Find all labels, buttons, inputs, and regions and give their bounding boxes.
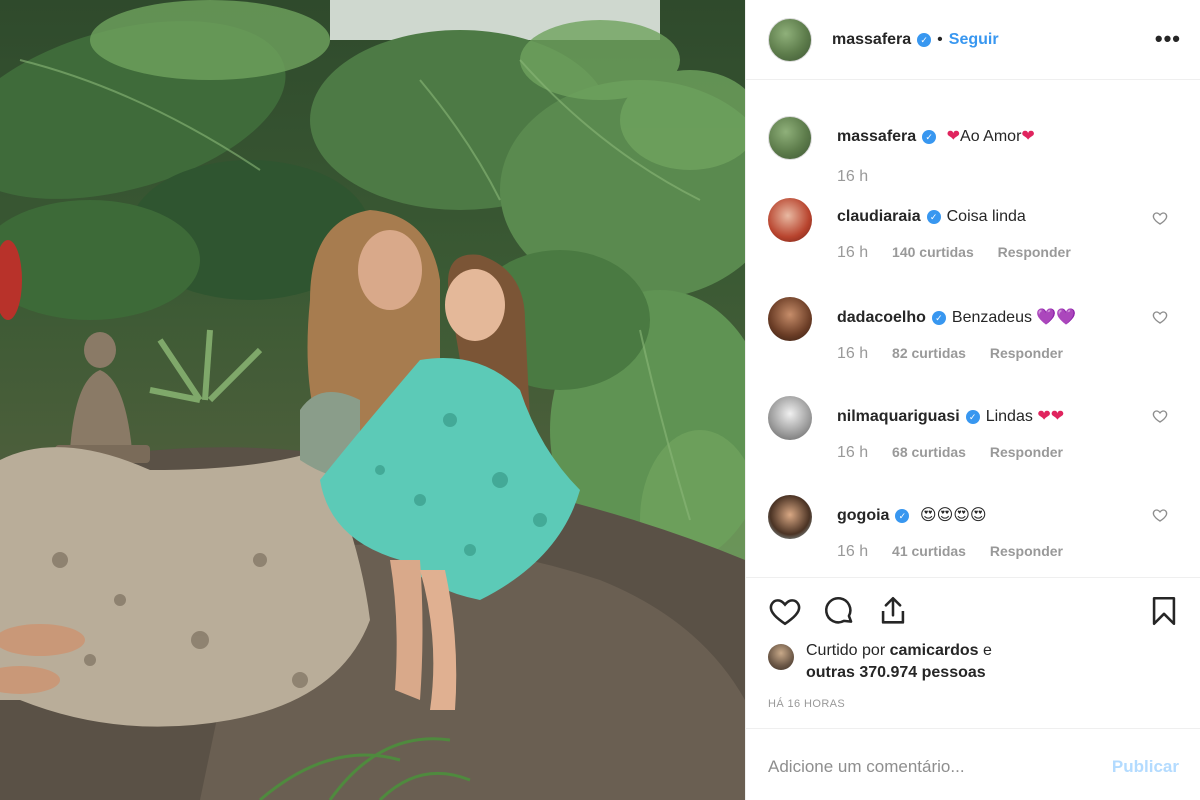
reply-button[interactable]: Responder xyxy=(990,543,1063,559)
comment-likes[interactable]: 82 curtidas xyxy=(892,345,966,361)
red-heart-emoji: ❤ xyxy=(1021,128,1035,145)
caption-username[interactable]: massafera xyxy=(837,128,916,145)
verified-badge-icon: ✓ xyxy=(926,210,941,224)
caption-avatar[interactable] xyxy=(768,116,812,160)
comments-list[interactable]: massafera ✓ ❤Ao Amor❤ 16 h claudiaraia ✓ Co… xyxy=(746,80,1200,577)
comment-icon[interactable] xyxy=(822,594,856,628)
commenter-avatar[interactable] xyxy=(768,297,812,341)
caption: massafera ✓ ❤Ao Amor❤ 16 h xyxy=(768,116,1188,206)
red-heart-emoji: ❤❤ xyxy=(1037,408,1065,425)
bookmark-icon[interactable] xyxy=(1147,594,1181,628)
likes-others[interactable]: outras 370.974 pessoas xyxy=(806,664,986,681)
comment-meta: 16 h 140 curtidas Responder xyxy=(837,244,1091,262)
publish-button[interactable]: Publicar xyxy=(1112,757,1179,777)
post-timestamp[interactable]: HÁ 16 HORAS xyxy=(768,698,845,710)
purple-heart-emoji: 💜💜 xyxy=(1036,309,1077,326)
caption-line: massafera ✓ ❤Ao Amor❤ xyxy=(837,126,1035,146)
comment-likes[interactable]: 41 curtidas xyxy=(892,543,966,559)
comment-heart-icon[interactable] xyxy=(1152,309,1168,325)
comment-line: dadacoelho ✓ Benzadeus 💜💜 xyxy=(837,307,1076,327)
verified-badge-icon: ✓ xyxy=(965,410,980,424)
commenter-avatar[interactable] xyxy=(768,198,812,242)
author-avatar[interactable] xyxy=(768,17,812,62)
comment-heart-icon[interactable] xyxy=(1152,408,1168,424)
follow-button[interactable]: Seguir xyxy=(949,31,999,49)
likes-middle: e xyxy=(978,642,992,659)
more-icon[interactable]: ••• xyxy=(1155,26,1181,52)
heart-icon[interactable] xyxy=(768,594,802,628)
comment-username[interactable]: gogoia xyxy=(837,507,889,524)
comment-time[interactable]: 16 h xyxy=(837,444,868,461)
comment-username[interactable]: claudiaraia xyxy=(837,208,921,225)
reply-button[interactable]: Responder xyxy=(990,444,1063,460)
comment-item: nilmaquariguasi ✓ Lindas ❤❤ 16 h 68 curtid… xyxy=(768,396,1188,486)
comment-heart-icon[interactable] xyxy=(1152,210,1168,226)
post-header: massafera ✓ • Seguir ••• xyxy=(746,0,1200,80)
post-actions: Curtido por camicardos e outras 370.974 … xyxy=(746,577,1200,800)
comment-meta: 16 h 82 curtidas Responder xyxy=(837,345,1083,363)
comment-username[interactable]: nilmaquariguasi xyxy=(837,408,960,425)
comment-time[interactable]: 16 h xyxy=(837,345,868,362)
comment-text: Benzadeus xyxy=(951,309,1032,326)
photo-illustration xyxy=(0,0,745,800)
caption-text: Ao Amor xyxy=(960,128,1022,145)
comment-text: Lindas xyxy=(985,408,1033,425)
author-info: massafera ✓ • Seguir xyxy=(832,31,999,49)
comment-username[interactable]: dadacoelho xyxy=(837,309,926,326)
liker-avatar[interactable] xyxy=(768,644,794,670)
comment-time[interactable]: 16 h xyxy=(837,244,868,261)
likes-summary: Curtido por camicardos e outras 370.974 … xyxy=(768,640,992,684)
red-heart-emoji: ❤ xyxy=(946,128,961,145)
comment-likes[interactable]: 68 curtidas xyxy=(892,444,966,460)
post-sidebar: massafera ✓ • Seguir ••• massafera ✓ ❤Ao … xyxy=(745,0,1200,800)
verified-badge-icon: ✓ xyxy=(922,130,937,144)
comment-item: claudiaraia ✓ Coisa linda 16 h 140 curtida… xyxy=(768,198,1188,288)
comment-line: nilmaquariguasi ✓ Lindas ❤❤ xyxy=(837,406,1064,426)
commenter-avatar[interactable] xyxy=(768,495,812,539)
comment-text: Coisa linda xyxy=(946,208,1026,225)
comment-item: dadacoelho ✓ Benzadeus 💜💜 16 h 82 curtidas… xyxy=(768,297,1188,387)
author-username[interactable]: massafera xyxy=(832,31,911,49)
comment-likes[interactable]: 140 curtidas xyxy=(892,244,974,260)
comment-meta: 16 h 41 curtidas Responder xyxy=(837,543,1083,561)
post-photo[interactable] xyxy=(0,0,745,800)
verified-badge-icon: ✓ xyxy=(931,311,946,325)
caption-time[interactable]: 16 h xyxy=(837,168,868,185)
comment-input[interactable] xyxy=(768,754,1088,780)
verified-badge-icon: ✓ xyxy=(895,509,910,523)
comment-time[interactable]: 16 h xyxy=(837,543,868,560)
likes-user[interactable]: camicardos xyxy=(890,642,979,659)
reply-button[interactable]: Responder xyxy=(990,345,1063,361)
add-comment-bar: Publicar xyxy=(746,728,1200,800)
comment-meta: 16 h 68 curtidas Responder xyxy=(837,444,1083,462)
verified-badge-icon: ✓ xyxy=(917,32,932,47)
heart-eyes-emoji: 😍😍😍😍 xyxy=(919,507,987,524)
caption-meta: 16 h xyxy=(837,168,888,186)
separator-dot: • xyxy=(937,30,943,48)
share-icon[interactable] xyxy=(876,594,910,628)
comment-item: gogoia ✓ 😍😍😍😍 16 h 41 curtidas Responder xyxy=(768,495,1188,577)
comment-line: claudiaraia ✓ Coisa linda xyxy=(837,208,1026,226)
likes-text: Curtido por camicardos e outras 370.974 … xyxy=(806,640,992,684)
comment-heart-icon[interactable] xyxy=(1152,507,1168,523)
likes-prefix: Curtido por xyxy=(806,642,890,659)
comment-line: gogoia ✓ 😍😍😍😍 xyxy=(837,505,987,525)
reply-button[interactable]: Responder xyxy=(998,244,1071,260)
commenter-avatar[interactable] xyxy=(768,396,812,440)
